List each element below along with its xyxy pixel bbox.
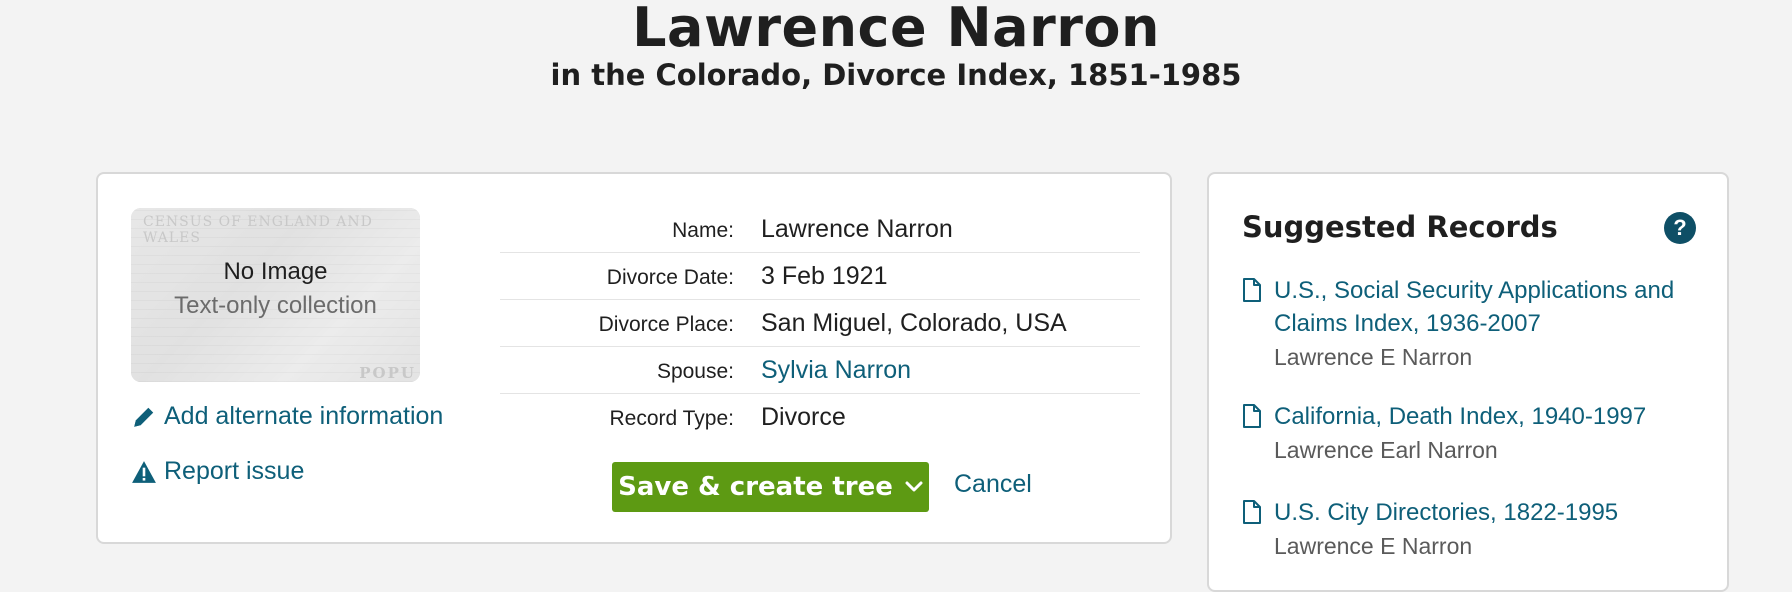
record-fields: Name: Lawrence Narron Divorce Date: 3 Fe… <box>500 206 1140 440</box>
cancel-button[interactable]: Cancel <box>954 470 1032 499</box>
field-value: San Miguel, Colorado, USA <box>761 308 1067 337</box>
field-row-divorce-date: Divorce Date: 3 Feb 1921 <box>500 253 1140 300</box>
field-label: Divorce Date: <box>606 266 734 289</box>
page-header: Lawrence Narron in the Colorado, Divorce… <box>0 0 1792 92</box>
field-row-name: Name: Lawrence Narron <box>500 206 1140 253</box>
suggested-record-person: Lawrence E Narron <box>1274 533 1473 559</box>
field-label: Record Type: <box>609 407 734 430</box>
suggested-record-person: Lawrence E Narron <box>1274 344 1473 370</box>
field-label: Name: <box>672 219 734 242</box>
document-icon <box>1243 404 1261 428</box>
field-label: Spouse: <box>656 360 734 383</box>
suggested-record-link[interactable]: U.S. City Directories, 1822-1995 <box>1274 496 1702 529</box>
field-label: Divorce Place: <box>598 313 734 336</box>
document-icon <box>1243 500 1261 524</box>
spouse-link[interactable]: Sylvia Narron <box>761 356 911 385</box>
report-issue-link[interactable]: Report issue <box>131 457 304 486</box>
suggested-record-item: U.S. City Directories, 1822-1995 Lawrenc… <box>1242 496 1702 561</box>
help-icon[interactable]: ? <box>1664 212 1696 244</box>
record-image-thumbnail[interactable]: CENSUS OF ENGLAND AND WALES POPU No Imag… <box>131 208 420 382</box>
field-row-divorce-place: Divorce Place: San Miguel, Colorado, USA <box>500 300 1140 347</box>
save-button-label: Save & create tree <box>618 472 893 502</box>
warning-icon <box>132 460 156 483</box>
suggested-record-link[interactable]: California, Death Index, 1940-1997 <box>1274 400 1702 433</box>
chevron-down-icon <box>905 481 923 492</box>
pencil-icon <box>134 407 154 427</box>
document-icon <box>1243 278 1261 302</box>
suggested-records-panel: Suggested Records ? U.S., Social Securit… <box>1207 172 1729 592</box>
add-alternate-info-label: Add alternate information <box>164 402 444 430</box>
field-value: Divorce <box>761 402 846 431</box>
text-only-label: Text-only collection <box>174 292 377 319</box>
suggested-record-item: California, Death Index, 1940-1997 Lawre… <box>1242 400 1702 465</box>
field-row-spouse: Spouse: Sylvia Narron <box>500 347 1140 394</box>
page-subtitle: in the Colorado, Divorce Index, 1851-198… <box>550 58 1242 92</box>
record-card: CENSUS OF ENGLAND AND WALES POPU No Imag… <box>96 172 1172 544</box>
save-create-tree-button[interactable]: Save & create tree <box>612 462 929 512</box>
field-value: 3 Feb 1921 <box>761 261 888 290</box>
no-image-label: No Image <box>223 258 328 285</box>
field-value: Lawrence Narron <box>761 214 953 243</box>
report-issue-label: Report issue <box>164 457 305 485</box>
page-title: Lawrence Narron <box>632 0 1160 59</box>
suggested-record-person: Lawrence Earl Narron <box>1274 437 1498 463</box>
add-alternate-info-link[interactable]: Add alternate information <box>131 402 443 431</box>
suggested-record-link[interactable]: U.S., Social Security Applications and C… <box>1274 274 1702 340</box>
suggested-records-title: Suggested Records <box>1242 210 1558 244</box>
suggested-record-item: U.S., Social Security Applications and C… <box>1242 274 1702 372</box>
field-row-record-type: Record Type: Divorce <box>500 394 1140 440</box>
